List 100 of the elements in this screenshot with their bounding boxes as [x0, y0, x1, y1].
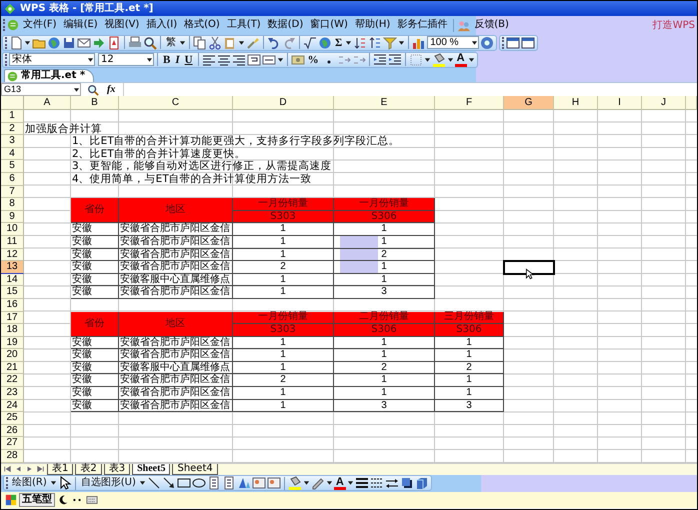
column-header[interactable]: H	[554, 96, 598, 110]
row-header[interactable]: 16	[1, 298, 24, 312]
globe-icon[interactable]	[47, 36, 61, 50]
window-icon[interactable]	[506, 36, 520, 50]
search-icon[interactable]	[87, 84, 99, 96]
row-header[interactable]: 7	[1, 186, 24, 198]
menu-item[interactable]: 窗口(W)	[307, 18, 351, 32]
dash-style-icon[interactable]	[370, 476, 384, 490]
italic-button[interactable]: I	[173, 52, 182, 66]
menu-item[interactable]: 反馈(B)	[471, 18, 512, 32]
row-header[interactable]: 12	[1, 248, 24, 262]
column-header[interactable]: J	[642, 96, 686, 110]
toolbar-grip[interactable]	[5, 36, 8, 48]
menu-item[interactable]: 格式(O)	[181, 18, 223, 32]
row-header[interactable]: 21	[1, 362, 24, 374]
sheet-tab[interactable]: 表2	[75, 464, 102, 475]
print-icon[interactable]	[128, 36, 142, 50]
sum-button[interactable]: Σ	[333, 36, 344, 50]
indent-icon[interactable]	[372, 52, 387, 66]
merge-cells-icon[interactable]	[262, 52, 276, 66]
toolbar-grip[interactable]	[3, 19, 6, 31]
fill-color-icon[interactable]	[288, 476, 302, 490]
row-header[interactable]: 25	[1, 412, 24, 425]
text-box-icon[interactable]	[222, 476, 236, 490]
ime-logo-icon[interactable]	[5, 494, 17, 506]
cube-icon[interactable]	[414, 476, 429, 490]
row-header[interactable]: 28	[1, 450, 24, 463]
sort-ascending-icon[interactable]	[353, 36, 368, 50]
cut-icon[interactable]	[208, 36, 222, 50]
row-header[interactable]: 15	[1, 286, 24, 299]
line-style-icon[interactable]	[354, 476, 369, 490]
column-header[interactable]: F	[435, 96, 504, 110]
sort-descending-icon[interactable]	[368, 36, 382, 50]
row-header[interactable]: 6	[1, 172, 24, 186]
undo-icon[interactable]	[267, 36, 281, 50]
toolbar-grip[interactable]	[6, 477, 9, 490]
row-header[interactable]: 19	[1, 336, 24, 350]
row-header[interactable]: 9	[1, 210, 24, 224]
line-icon[interactable]	[146, 476, 161, 490]
sheet-nav-arrow-icon[interactable]	[3, 465, 12, 474]
row-header[interactable]: 23	[1, 387, 24, 400]
sheet-tab[interactable]: Sheet4	[172, 464, 218, 475]
row-header[interactable]: 5	[1, 160, 24, 173]
image-icon[interactable]	[252, 476, 266, 490]
moon-icon[interactable]	[57, 494, 69, 506]
column-header[interactable]: E	[334, 96, 435, 110]
fill-color-icon[interactable]	[432, 52, 446, 66]
draw-menu-button[interactable]: 绘图(R)	[10, 476, 49, 490]
align-center-icon[interactable]	[216, 52, 231, 66]
arrow-icon[interactable]	[162, 476, 176, 490]
shadow-icon[interactable]	[400, 476, 414, 490]
row-header[interactable]: 10	[1, 223, 24, 236]
row-header[interactable]: 13	[1, 261, 24, 274]
help-icon[interactable]	[480, 36, 494, 50]
column-header[interactable]: G	[504, 96, 554, 110]
align-left-icon[interactable]	[202, 52, 216, 66]
envelope-icon[interactable]	[77, 36, 91, 50]
input-mode-button[interactable]: 五笔型	[19, 492, 55, 507]
sheet-nav-arrow-icon[interactable]	[36, 465, 45, 474]
document-tab[interactable]: 常用工具.et *	[4, 69, 94, 82]
traditional-button[interactable]: 繁	[164, 36, 178, 50]
menu-item[interactable]: 工具(T)	[224, 18, 264, 32]
globe-icon[interactable]	[318, 36, 332, 50]
zoom-field[interactable]: 100 %	[427, 36, 480, 49]
row-header[interactable]: 3	[1, 135, 24, 148]
column-header[interactable]: I	[598, 96, 642, 110]
column-header[interactable]: C	[119, 96, 233, 110]
row-header[interactable]: 1	[1, 110, 24, 123]
sheet-tab[interactable]: 表1	[47, 464, 74, 475]
row-header[interactable]: 26	[1, 424, 24, 438]
font-field[interactable]: 宋体	[9, 53, 95, 66]
image-icon[interactable]	[266, 476, 281, 490]
wrap-text-icon[interactable]	[246, 52, 261, 66]
bold-button[interactable]: B	[161, 52, 172, 66]
select-pointer-icon[interactable]	[58, 476, 72, 490]
menu-item[interactable]: 视图(V)	[102, 18, 142, 32]
name-box[interactable]: G13	[1, 83, 81, 96]
row-header[interactable]: 2	[1, 122, 24, 136]
sheet-tab[interactable]: 表3	[104, 464, 130, 475]
menu-item[interactable]: 插入(I)	[143, 18, 180, 32]
ellipse-icon[interactable]	[192, 476, 206, 490]
rectangle-icon[interactable]	[176, 476, 191, 490]
row-header[interactable]: 27	[1, 437, 24, 450]
sheet-tab[interactable]: Sheet5	[132, 464, 170, 475]
radical-icon[interactable]	[303, 36, 317, 50]
column-header[interactable]: D	[233, 96, 334, 110]
row-header[interactable]: 20	[1, 349, 24, 362]
arrow-style-icon[interactable]	[384, 476, 399, 490]
keyboard-icon[interactable]	[85, 494, 99, 506]
row-header[interactable]: 17	[1, 312, 24, 324]
align-right-icon[interactable]	[232, 52, 246, 66]
copy-icon[interactable]	[193, 36, 207, 50]
font-size-field[interactable]: 12	[98, 53, 154, 66]
row-header[interactable]: 4	[1, 148, 24, 160]
menu-item[interactable]: 数据(D)	[264, 18, 306, 32]
percent-button[interactable]: %	[306, 52, 321, 66]
outdent-icon[interactable]	[388, 52, 402, 66]
row-header[interactable]: 24	[1, 400, 24, 412]
column-header[interactable]: A	[24, 96, 71, 110]
row-header[interactable]: 18	[1, 324, 24, 337]
